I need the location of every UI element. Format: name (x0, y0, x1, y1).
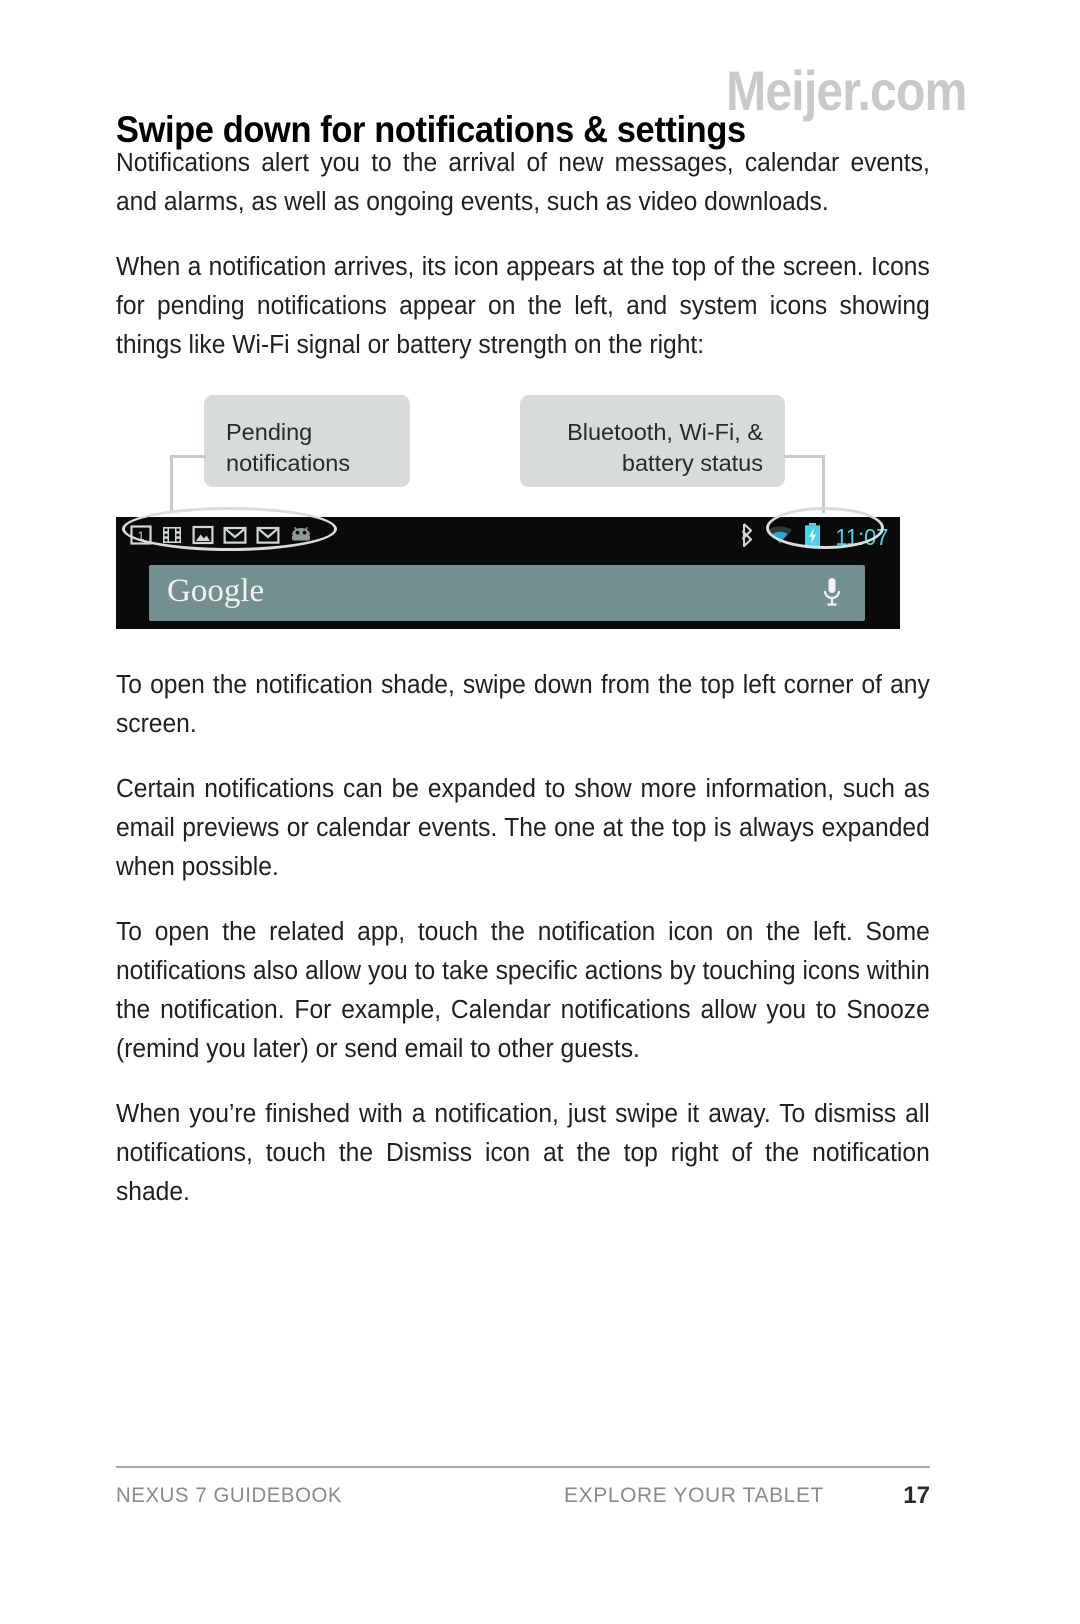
paragraph-4: Certain notifications can be expanded to… (116, 775, 930, 881)
bluetooth-icon[interactable] (737, 522, 757, 553)
highlight-ellipse-system-status (766, 507, 884, 549)
leader-line-right-horizontal (784, 455, 824, 458)
leader-line-left-vertical (170, 455, 173, 513)
google-logo-text: Google (167, 573, 265, 609)
microphone-icon[interactable] (821, 576, 843, 615)
status-bar-figure: Pending notifications Bluetooth, Wi-Fi, … (116, 395, 930, 640)
document-page: Meijer.com Swipe down for notifications … (0, 0, 1080, 1624)
page-footer: NEXUS 7 GUIDEBOOK EXPLORE YOUR TABLET 17 (116, 1466, 930, 1514)
callout-system-status: Bluetooth, Wi-Fi, & battery status (520, 395, 785, 487)
meijer-watermark: Meijer.com (725, 59, 967, 122)
footer-divider (116, 1466, 930, 1468)
google-search-widget[interactable]: Google (149, 565, 865, 621)
footer-row: NEXUS 7 GUIDEBOOK EXPLORE YOUR TABLET 17 (116, 1482, 930, 1514)
footer-book-title: NEXUS 7 GUIDEBOOK (116, 1484, 343, 1507)
paragraph-6: When you’re finished with a notification… (116, 1100, 930, 1206)
leader-line-left-horizontal (170, 455, 206, 458)
title-area: Meijer.com Swipe down for notifications … (116, 0, 967, 150)
footer-chapter-title: EXPLORE YOUR TABLET (564, 1484, 824, 1507)
paragraph-2: When a notification arrives, its icon ap… (116, 253, 930, 359)
callout-pending-notifications: Pending notifications (204, 395, 410, 487)
footer-page-number: 17 (903, 1482, 930, 1509)
highlight-ellipse-notifications (122, 507, 337, 551)
leader-line-right-vertical (822, 455, 825, 513)
paragraph-3: To open the notification shade, swipe do… (116, 671, 930, 738)
page-content: Meijer.com Swipe down for notifications … (116, 0, 967, 1212)
paragraph-5: To open the related app, touch the notif… (116, 918, 930, 1063)
page-title: Swipe down for notifications & settings (116, 108, 746, 150)
paragraph-1: Notifications alert you to the arrival o… (116, 149, 930, 216)
